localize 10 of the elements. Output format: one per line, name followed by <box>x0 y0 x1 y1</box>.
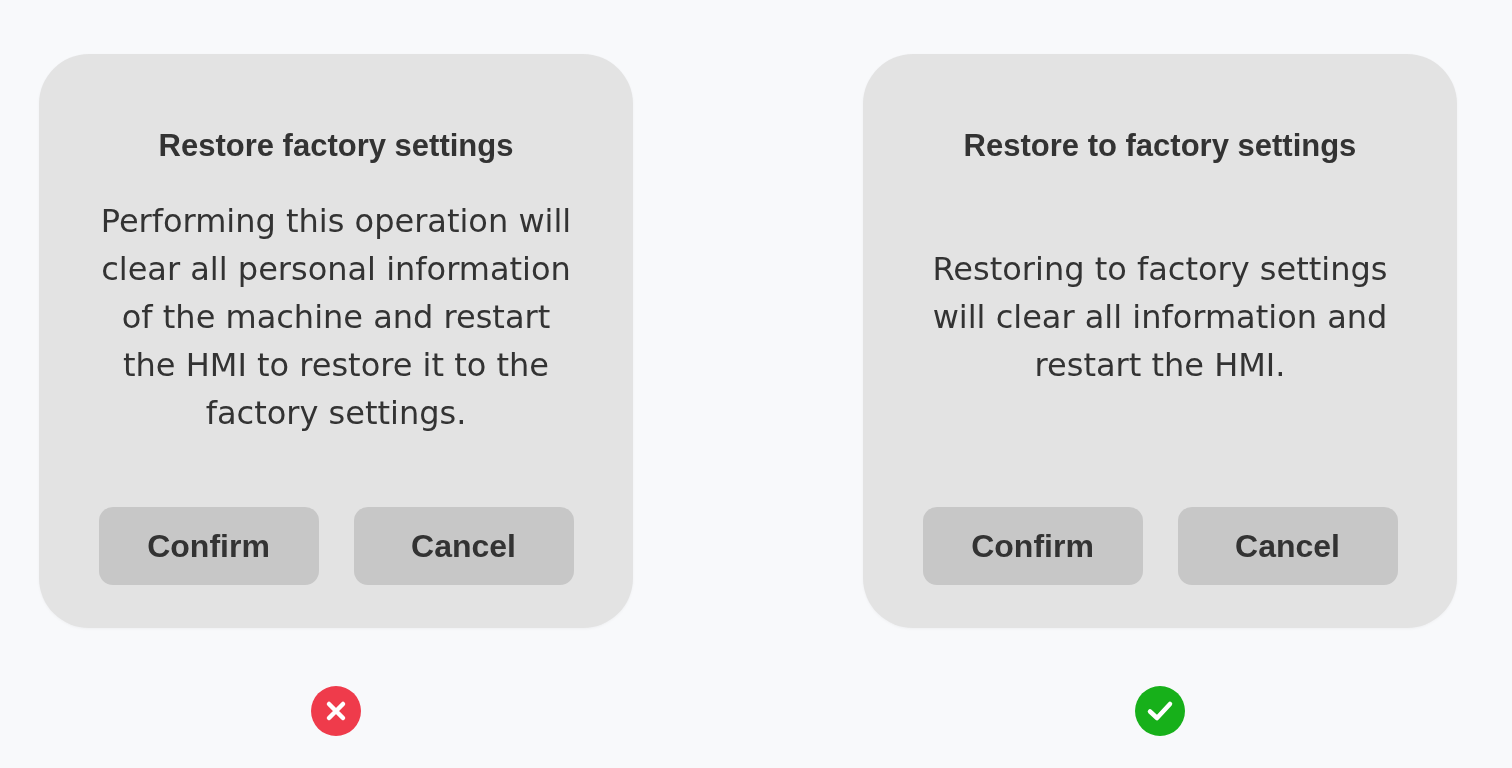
cross-icon <box>311 686 361 736</box>
confirm-button[interactable]: Confirm <box>922 507 1143 585</box>
check-icon <box>1135 686 1185 736</box>
dialog-title: Restore to factory settings <box>963 127 1357 165</box>
dialog-title: Restore factory settings <box>158 127 514 165</box>
cancel-button[interactable]: Cancel <box>353 507 574 585</box>
dialog-message: Restoring to factory settings will clear all information and restart the HMI. <box>931 248 1389 386</box>
confirm-button[interactable]: Confirm <box>98 507 319 585</box>
cancel-button[interactable]: Cancel <box>1177 507 1398 585</box>
dialog-message: Performing this operation will clear all personal information of the machine and restart the HMI to restore it to the factory settings. <box>99 200 573 434</box>
